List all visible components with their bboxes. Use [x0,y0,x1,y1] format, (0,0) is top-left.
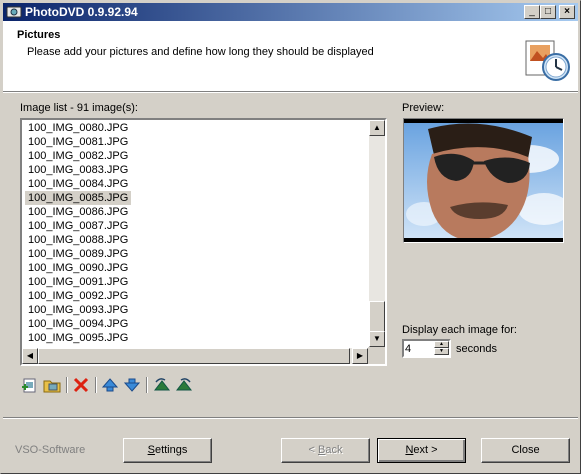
duration-input[interactable] [405,342,433,355]
list-item[interactable]: 100_IMG_0092.JPG [25,289,131,303]
wizard-header: Pictures Please add your pictures and de… [3,21,578,92]
window-title: PhotoDVD 0.9.92.94 [25,5,138,19]
close-window-button[interactable]: × [559,5,575,19]
scroll-corner [368,347,385,364]
list-item[interactable]: 100_IMG_0090.JPG [25,261,131,275]
list-item[interactable]: 100_IMG_0095.JPG [25,331,131,345]
add-folder-icon[interactable] [42,375,62,395]
scroll-up-button[interactable]: ▲ [369,120,385,136]
picture-clock-icon [525,40,570,81]
preview-label: Preview: [402,102,445,114]
list-item[interactable]: 100_IMG_0089.JPG [25,247,131,261]
vertical-scroll-thumb[interactable] [369,301,385,332]
toolbar-separator [66,377,68,393]
app-icon [6,6,22,18]
maximize-button[interactable]: □ [540,5,556,19]
list-item[interactable]: 100_IMG_0081.JPG [25,135,131,149]
preview-image [403,118,564,243]
scroll-left-button[interactable]: ◀ [22,348,38,364]
list-item[interactable]: 100_IMG_0080.JPG [25,121,131,135]
page-subtitle: Please add your pictures and define how … [27,46,374,58]
close-button[interactable]: Close [481,438,570,463]
list-item[interactable]: 100_IMG_0094.JPG [25,317,131,331]
toolbar-separator [146,377,148,393]
list-item[interactable]: 100_IMG_0088.JPG [25,233,131,247]
list-item[interactable]: 100_IMG_0082.JPG [25,149,131,163]
header-divider [3,92,578,93]
horizontal-scroll-thumb[interactable] [38,348,350,364]
rotate-left-icon[interactable] [152,375,172,395]
list-item[interactable]: 100_IMG_0084.JPG [25,177,131,191]
list-item[interactable]: 100_IMG_0086.JPG [25,205,131,219]
next-button[interactable]: Next > [377,438,466,463]
rotate-right-icon[interactable] [174,375,194,395]
toolbar-separator [95,377,97,393]
brand-label: VSO-Software [15,444,86,456]
display-duration-label: Display each image for: [402,324,517,336]
back-button[interactable]: < Back [281,438,370,463]
image-list[interactable]: 100_IMG_0080.JPG 100_IMG_0081.JPG 100_IMG_… [20,118,387,366]
footer-divider [3,417,578,419]
horizontal-scrollbar[interactable]: ◀ ▶ [22,348,368,364]
vertical-scrollbar[interactable]: ▲ ▼ [369,120,385,347]
spin-up-button[interactable]: ▲ [434,341,449,348]
list-item[interactable]: 100_IMG_0083.JPG [25,163,131,177]
title-bar[interactable]: PhotoDVD 0.9.92.94 _ □ × [3,3,578,21]
image-list-label: Image list - 91 image(s): [20,102,138,114]
image-list-items[interactable]: 100_IMG_0080.JPG 100_IMG_0081.JPG 100_IMG_… [22,120,368,347]
list-item[interactable]: 100_IMG_0091.JPG [25,275,131,289]
wizard-window: PhotoDVD 0.9.92.94 _ □ × Pictures Please… [0,0,581,474]
add-picture-icon[interactable] [20,375,40,395]
delete-icon[interactable] [71,375,91,395]
list-item[interactable]: 100_IMG_0087.JPG [25,219,131,233]
list-item[interactable]: 100_IMG_0085.JPG [25,191,132,205]
move-up-icon[interactable] [100,375,120,395]
minimize-button[interactable]: _ [524,5,540,19]
page-title: Pictures [17,29,61,41]
duration-unit: seconds [456,343,497,355]
settings-button[interactable]: Settings [123,438,212,463]
duration-spinner[interactable]: ▲ ▼ [402,339,451,358]
list-item[interactable]: 100_IMG_0093.JPG [25,303,131,317]
scroll-down-button[interactable]: ▼ [369,331,385,347]
move-down-icon[interactable] [122,375,142,395]
scroll-right-button[interactable]: ▶ [352,348,368,364]
spin-down-button[interactable]: ▼ [434,348,449,355]
